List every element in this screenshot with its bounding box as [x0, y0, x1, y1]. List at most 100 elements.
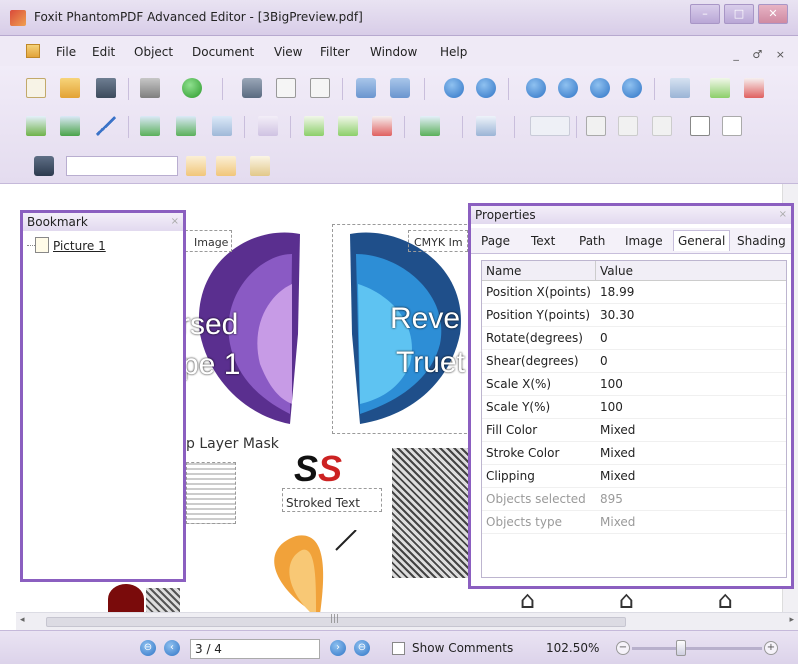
mdi-controls[interactable]: _ ♂ × — [733, 48, 790, 61]
info-icon[interactable] — [182, 78, 202, 98]
overlay-text-left-1: rsed — [180, 308, 239, 341]
tab-path[interactable]: Path — [579, 234, 605, 248]
next-page-button[interactable]: › — [330, 640, 346, 656]
send-backward-icon[interactable] — [338, 116, 358, 136]
scroll-left-icon[interactable]: ◂ — [20, 615, 25, 625]
previous-page-button[interactable]: ‹ — [164, 640, 180, 656]
property-name: Position Y(points) — [486, 308, 591, 322]
text-frame-icon[interactable] — [722, 116, 742, 136]
add-image-icon[interactable] — [140, 116, 160, 136]
property-row[interactable]: Position Y(points) 30.30 — [482, 304, 786, 327]
scroll-right-icon[interactable]: ▸ — [789, 615, 794, 625]
property-row[interactable]: Clipping Mixed — [482, 465, 786, 488]
property-row[interactable]: Stroke Color Mixed — [482, 442, 786, 465]
last-page-icon[interactable] — [622, 78, 642, 98]
undo-icon[interactable] — [356, 78, 376, 98]
find-previous-icon[interactable] — [186, 156, 206, 176]
show-comments-label: Show Comments — [412, 641, 514, 655]
new-file-icon[interactable] — [26, 78, 46, 98]
remove-object-icon[interactable] — [372, 116, 392, 136]
zoom-out-icon[interactable] — [476, 78, 496, 98]
last-page-button[interactable]: ⊖ — [354, 640, 370, 656]
bookmark-item-picture-1[interactable]: Picture 1 — [53, 239, 106, 253]
zoom-out-button[interactable]: − — [616, 641, 630, 655]
add-shading-icon[interactable] — [212, 116, 232, 136]
open-folder-icon[interactable] — [60, 78, 80, 98]
first-page-icon[interactable] — [526, 78, 546, 98]
font-icon[interactable] — [690, 116, 710, 136]
property-row[interactable]: Objects type Mixed — [482, 511, 786, 534]
menu-object[interactable]: Object — [134, 45, 173, 59]
redo-icon[interactable] — [390, 78, 410, 98]
text-field-icon[interactable] — [530, 116, 570, 136]
add-path-icon[interactable] — [176, 116, 196, 136]
zoom-slider-thumb[interactable] — [676, 640, 686, 656]
text-merge-icon[interactable] — [652, 116, 672, 136]
menu-view[interactable]: View — [274, 45, 302, 59]
tab-shading[interactable]: Shading — [737, 234, 786, 248]
menu-edit[interactable]: Edit — [92, 45, 115, 59]
noise-image — [392, 448, 468, 578]
show-comments-checkbox[interactable] — [392, 642, 405, 655]
property-row[interactable]: Shear(degrees) 0 — [482, 350, 786, 373]
horizontal-scrollbar[interactable]: ◂ ||| ▸ — [16, 612, 798, 630]
zoom-in-icon[interactable] — [444, 78, 464, 98]
export-icon[interactable] — [420, 116, 440, 136]
line-tool-icon[interactable] — [96, 116, 116, 136]
document-icon — [26, 44, 40, 58]
menu-filter[interactable]: Filter — [320, 45, 350, 59]
tab-image[interactable]: Image — [625, 234, 663, 248]
binoculars-icon[interactable] — [34, 156, 54, 176]
zoom-in-button[interactable]: + — [764, 641, 778, 655]
properties-panel-close-icon[interactable]: × — [779, 206, 787, 224]
app-icon — [10, 10, 26, 26]
menu-document[interactable]: Document — [192, 45, 254, 59]
add-shape-icon[interactable] — [60, 116, 80, 136]
text-layout-icon[interactable] — [586, 116, 606, 136]
bookmark-panel: Bookmark × Picture 1 — [20, 210, 186, 582]
property-row[interactable]: Position X(points) 18.99 — [482, 281, 786, 304]
print-icon[interactable] — [140, 78, 160, 98]
cut-icon[interactable] — [242, 78, 262, 98]
save-icon[interactable] — [96, 78, 116, 98]
insert-page-icon[interactable] — [710, 78, 730, 98]
search-input[interactable] — [66, 156, 178, 176]
text-split-icon[interactable] — [618, 116, 638, 136]
properties-panel: Properties × Page Text Path Image Genera… — [468, 203, 794, 589]
property-row[interactable]: Objects selected 895 — [482, 488, 786, 511]
first-page-button[interactable]: ⊖ — [140, 640, 156, 656]
property-row[interactable]: Scale X(%) 100 — [482, 373, 786, 396]
properties-panel-header: Properties × — [471, 206, 791, 224]
next-page-icon[interactable] — [590, 78, 610, 98]
butterfly-lower-image — [274, 530, 357, 614]
object-tool-icon[interactable] — [258, 116, 278, 136]
menu-help[interactable]: Help — [440, 45, 467, 59]
paste-icon[interactable] — [310, 78, 330, 98]
property-row[interactable]: Scale Y(%) 100 — [482, 396, 786, 419]
menu-file[interactable]: File — [56, 45, 76, 59]
bookmark-panel-close-icon[interactable]: × — [171, 213, 179, 231]
zoom-level[interactable]: 102.50% — [546, 641, 599, 655]
property-row[interactable]: Rotate(degrees) 0 — [482, 327, 786, 350]
page-number-field[interactable]: 3 / 4 — [190, 639, 320, 659]
maximize-button[interactable]: □ — [724, 4, 754, 24]
previous-page-icon[interactable] — [558, 78, 578, 98]
minimize-button[interactable]: – — [690, 4, 720, 24]
property-name: Rotate(degrees) — [486, 331, 583, 345]
align-icon[interactable] — [476, 116, 496, 136]
page-view-icon[interactable] — [670, 78, 690, 98]
find-options-icon[interactable] — [250, 156, 270, 176]
delete-page-icon[interactable] — [744, 78, 764, 98]
close-button[interactable]: ✕ — [758, 4, 788, 24]
property-row[interactable]: Fill Color Mixed — [482, 419, 786, 442]
add-text-icon[interactable] — [26, 116, 46, 136]
tab-page[interactable]: Page — [481, 234, 510, 248]
tab-general[interactable]: General — [673, 230, 731, 251]
menu-window[interactable]: Window — [370, 45, 417, 59]
zoom-slider-track[interactable] — [632, 647, 762, 650]
find-next-icon[interactable] — [216, 156, 236, 176]
tab-text[interactable]: Text — [531, 234, 555, 248]
bring-forward-icon[interactable] — [304, 116, 324, 136]
copy-icon[interactable] — [276, 78, 296, 98]
window-title: Foxit PhantomPDF Advanced Editor - [3Big… — [34, 10, 363, 24]
